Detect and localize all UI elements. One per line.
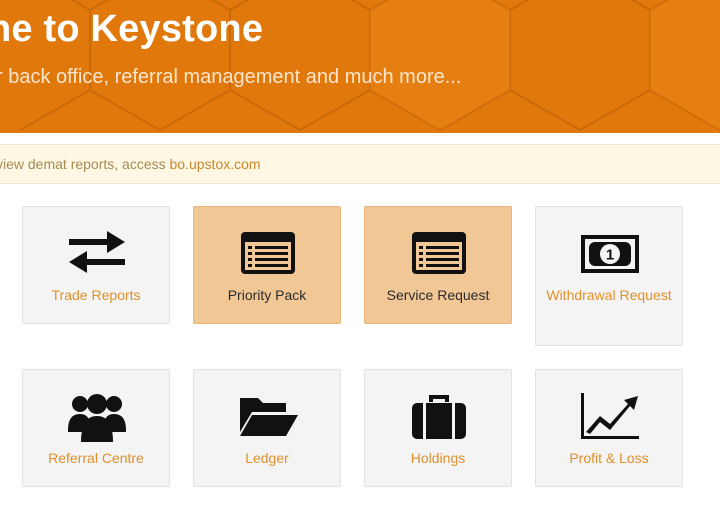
svg-text:1: 1 [606, 247, 614, 264]
folder-open-icon [240, 398, 298, 436]
tile-trade-reports[interactable]: Trade Reports [22, 206, 170, 324]
hero-title: ne to Keystone [0, 8, 264, 50]
notice-bar: view demat reports, access bo.upstox.com [0, 144, 720, 184]
tile-label: Priority Pack [227, 287, 307, 303]
tile-service-request[interactable]: Service Request [364, 206, 512, 324]
tile-label: Ledger [245, 450, 289, 466]
tile-profit-loss[interactable]: Profit & Loss [535, 369, 683, 487]
notice-text-wrap: view demat reports, access bo.upstox.com [0, 145, 261, 183]
briefcase-icon [412, 395, 466, 439]
tile-holdings[interactable]: Holdings [364, 369, 512, 487]
hero-subtitle: r back office, referral management and m… [0, 66, 462, 88]
hero-banner: ne to Keystone r back office, referral m… [0, 0, 720, 133]
tile-withdrawal-request[interactable]: 1 Withdrawal Request [535, 206, 683, 346]
tile-label: Profit & Loss [569, 450, 649, 466]
tile-label: Referral Centre [48, 450, 144, 466]
exchange-arrows-icon [69, 231, 125, 273]
tile-label: Holdings [410, 450, 466, 466]
tile-label: Trade Reports [51, 287, 141, 303]
tile-label: Service Request [386, 287, 490, 303]
list-window-icon [412, 232, 466, 274]
users-group-icon [68, 394, 126, 442]
banknote-icon: 1 [581, 235, 639, 273]
tile-ledger[interactable]: Ledger [193, 369, 341, 487]
tile-priority-pack[interactable]: Priority Pack [193, 206, 341, 324]
backoffice-link[interactable]: bo.upstox.com [170, 156, 261, 172]
line-chart-icon [581, 393, 639, 439]
tile-referral-centre[interactable]: Referral Centre [22, 369, 170, 487]
list-window-icon [241, 232, 295, 274]
tile-label: Withdrawal Request [546, 287, 672, 303]
notice-text: view demat reports, access [0, 156, 170, 172]
